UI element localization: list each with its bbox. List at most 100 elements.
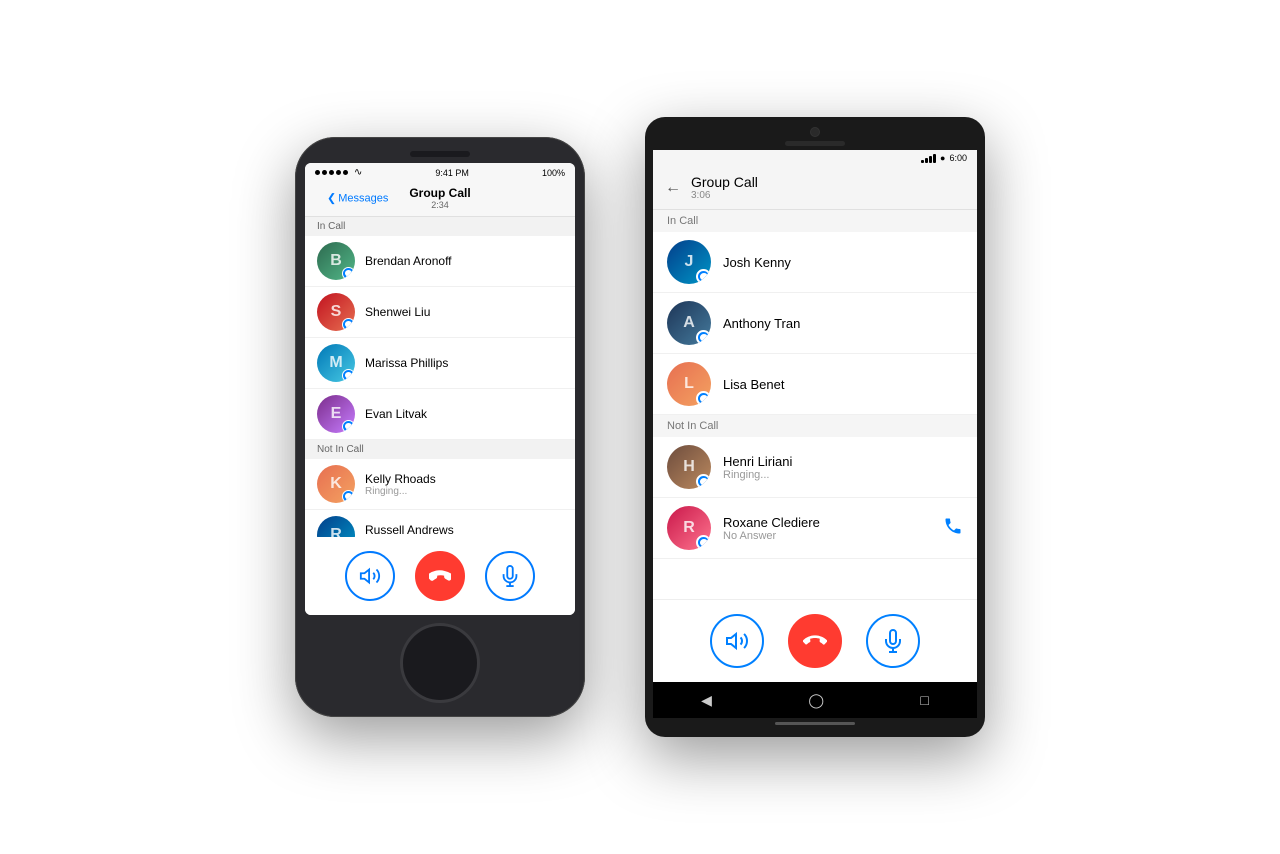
contact-name: Marissa Phillips xyxy=(365,356,448,370)
android-home-icon[interactable]: ◯ xyxy=(808,692,824,709)
avatar: M xyxy=(317,344,355,382)
android-header-info: Group Call 3:06 xyxy=(691,174,758,201)
contact-info: Josh Kenny xyxy=(723,255,791,270)
contact-name: Josh Kenny xyxy=(723,255,791,270)
signal-icon xyxy=(921,153,936,163)
list-item: R Russell Andrews Ringing... xyxy=(305,510,575,537)
android-in-call-header: In Call xyxy=(653,210,977,232)
android-bottom-bar xyxy=(775,722,855,725)
avatar: A xyxy=(667,301,711,345)
contact-name: Roxane Clediere xyxy=(723,515,820,530)
ios-back-button[interactable]: ❮ Messages xyxy=(327,192,388,205)
contact-info: Marissa Phillips xyxy=(365,356,448,370)
list-item: R Roxane Clediere No Answer xyxy=(653,498,977,559)
end-call-button[interactable] xyxy=(415,551,465,601)
list-item: A Anthony Tran xyxy=(653,293,977,354)
messenger-badge xyxy=(696,269,711,284)
ios-not-in-call-header: Not In Call xyxy=(305,440,575,459)
contact-name: Henri Liriani xyxy=(723,454,792,469)
contact-info: Evan Litvak xyxy=(365,407,427,421)
list-item: H Henri Liriani Ringing... xyxy=(653,437,977,498)
avatar: J xyxy=(667,240,711,284)
android-call-controls xyxy=(653,599,977,682)
avatar: R xyxy=(667,506,711,550)
contact-info: Shenwei Liu xyxy=(365,305,430,319)
contact-info: Roxane Clediere No Answer xyxy=(723,515,820,542)
contact-name: Brendan Aronoff xyxy=(365,254,452,268)
android-title: Group Call xyxy=(691,174,758,190)
contact-name: Kelly Rhoads xyxy=(365,472,436,486)
android-not-in-call-header: Not In Call xyxy=(653,415,977,437)
contact-info: Anthony Tran xyxy=(723,316,800,331)
android-back-button[interactable]: ← xyxy=(665,179,681,197)
contact-name: Anthony Tran xyxy=(723,316,800,331)
contact-name: Shenwei Liu xyxy=(365,305,430,319)
android-nav-bar: ◀ ◯ □ xyxy=(653,682,977,718)
avatar: B xyxy=(317,242,355,280)
messenger-badge xyxy=(342,490,355,503)
avatar: E xyxy=(317,395,355,433)
mute-button[interactable] xyxy=(485,551,535,601)
avatar: S xyxy=(317,293,355,331)
contact-info: Henri Liriani Ringing... xyxy=(723,454,792,481)
list-item: B Brendan Aronoff xyxy=(305,236,575,287)
ios-nav-subtitle: 2:34 xyxy=(431,200,449,210)
list-item: S Shenwei Liu xyxy=(305,287,575,338)
android-camera xyxy=(810,127,820,137)
android-recents-icon[interactable]: □ xyxy=(920,692,928,708)
ios-status-bar: ∿ 9:41 PM 100% xyxy=(305,163,575,182)
messenger-badge xyxy=(696,474,711,489)
android-device: ● 6:00 ← Group Call 3:06 In Call J xyxy=(645,117,985,737)
ios-battery: 100% xyxy=(542,168,565,178)
android-header: ← Group Call 3:06 xyxy=(653,166,977,210)
iphone-screen: ∿ 9:41 PM 100% ❮ Messages Group Call 2:3… xyxy=(305,163,575,615)
list-item: J Josh Kenny xyxy=(653,232,977,293)
messenger-badge xyxy=(342,369,355,382)
ios-nav-title: Group Call xyxy=(409,186,470,200)
avatar: H xyxy=(667,445,711,489)
contact-name: Russell Andrews xyxy=(365,523,454,537)
android-call-content: In Call J Josh Kenny A xyxy=(653,210,977,599)
ios-in-call-header: In Call xyxy=(305,217,575,236)
iphone-speaker xyxy=(410,151,470,157)
android-speaker-button[interactable] xyxy=(710,614,764,668)
call-back-button[interactable] xyxy=(943,516,963,541)
messenger-badge xyxy=(696,535,711,550)
contact-info: Brendan Aronoff xyxy=(365,254,452,268)
android-subtitle: 3:06 xyxy=(691,190,758,201)
contact-info: Russell Andrews Ringing... xyxy=(365,523,454,538)
messenger-badge xyxy=(696,330,711,345)
contact-status: Ringing... xyxy=(723,469,792,481)
iphone-home-button[interactable] xyxy=(400,623,480,703)
avatar: L xyxy=(667,362,711,406)
contact-name: Evan Litvak xyxy=(365,407,427,421)
messenger-badge xyxy=(342,267,355,280)
android-mute-button[interactable] xyxy=(866,614,920,668)
speaker-button[interactable] xyxy=(345,551,395,601)
android-speaker xyxy=(785,141,845,146)
ios-signal: ∿ xyxy=(315,167,362,178)
list-item: E Evan Litvak xyxy=(305,389,575,440)
ios-nav-bar: ❮ Messages Group Call 2:34 xyxy=(305,182,575,217)
list-item: L Lisa Benet xyxy=(653,354,977,415)
ios-call-controls xyxy=(305,537,575,615)
android-status-bar: ● 6:00 xyxy=(653,150,977,166)
avatar: K xyxy=(317,465,355,503)
iphone-device: ∿ 9:41 PM 100% ❮ Messages Group Call 2:3… xyxy=(295,137,585,717)
android-time: 6:00 xyxy=(949,153,967,163)
ios-call-content: In Call B Brendan Aronoff S xyxy=(305,217,575,537)
android-back-nav-icon[interactable]: ◀ xyxy=(701,692,712,709)
contact-status: Ringing... xyxy=(365,486,436,497)
messenger-badge xyxy=(696,391,711,406)
messenger-badge xyxy=(342,318,355,331)
contact-info: Kelly Rhoads Ringing... xyxy=(365,472,436,497)
android-end-call-button[interactable] xyxy=(788,614,842,668)
list-item: K Kelly Rhoads Ringing... xyxy=(305,459,575,510)
messenger-badge xyxy=(342,420,355,433)
contact-name: Lisa Benet xyxy=(723,377,784,392)
list-item: M Marissa Phillips xyxy=(305,338,575,389)
avatar: R xyxy=(317,516,355,537)
contact-info: Lisa Benet xyxy=(723,377,784,392)
ios-time: 9:41 PM xyxy=(435,168,469,178)
android-screen: ● 6:00 ← Group Call 3:06 In Call J xyxy=(653,150,977,682)
